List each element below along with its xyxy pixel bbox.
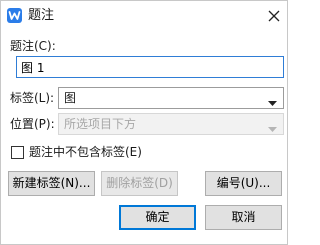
- chevron-down-icon: [268, 122, 277, 136]
- delete-label-button[interactable]: 删除标签(D): [101, 171, 178, 196]
- cancel-button[interactable]: 取消: [205, 205, 282, 230]
- numbering-button[interactable]: 编号(U)...: [205, 171, 282, 196]
- ok-button[interactable]: 确定: [119, 205, 196, 230]
- caption-label: 题注(C):: [10, 39, 56, 53]
- exclude-label-text: 题注中不包含标签(E): [29, 145, 142, 159]
- new-label-button[interactable]: 新建标签(N)...: [8, 171, 95, 196]
- exclude-label-checkbox[interactable]: [11, 146, 24, 159]
- label-select[interactable]: 图: [58, 87, 284, 109]
- title-bar: 题注: [1, 1, 287, 31]
- caption-input[interactable]: [16, 56, 284, 78]
- position-select[interactable]: 所选项目下方: [58, 113, 284, 135]
- caption-dialog: 题注 题注(C): 标签(L): 图 位置(P): 所选项目下方 题注中不包含标…: [0, 0, 288, 245]
- label-select-value: 图: [64, 91, 77, 105]
- label-field-label: 标签(L):: [10, 91, 55, 105]
- close-icon[interactable]: [265, 7, 283, 25]
- position-field-label: 位置(P):: [10, 117, 55, 131]
- chevron-down-icon: [268, 96, 277, 110]
- dialog-title: 题注: [28, 8, 55, 23]
- wps-writer-icon: [7, 8, 22, 23]
- position-select-value: 所选项目下方: [64, 117, 137, 131]
